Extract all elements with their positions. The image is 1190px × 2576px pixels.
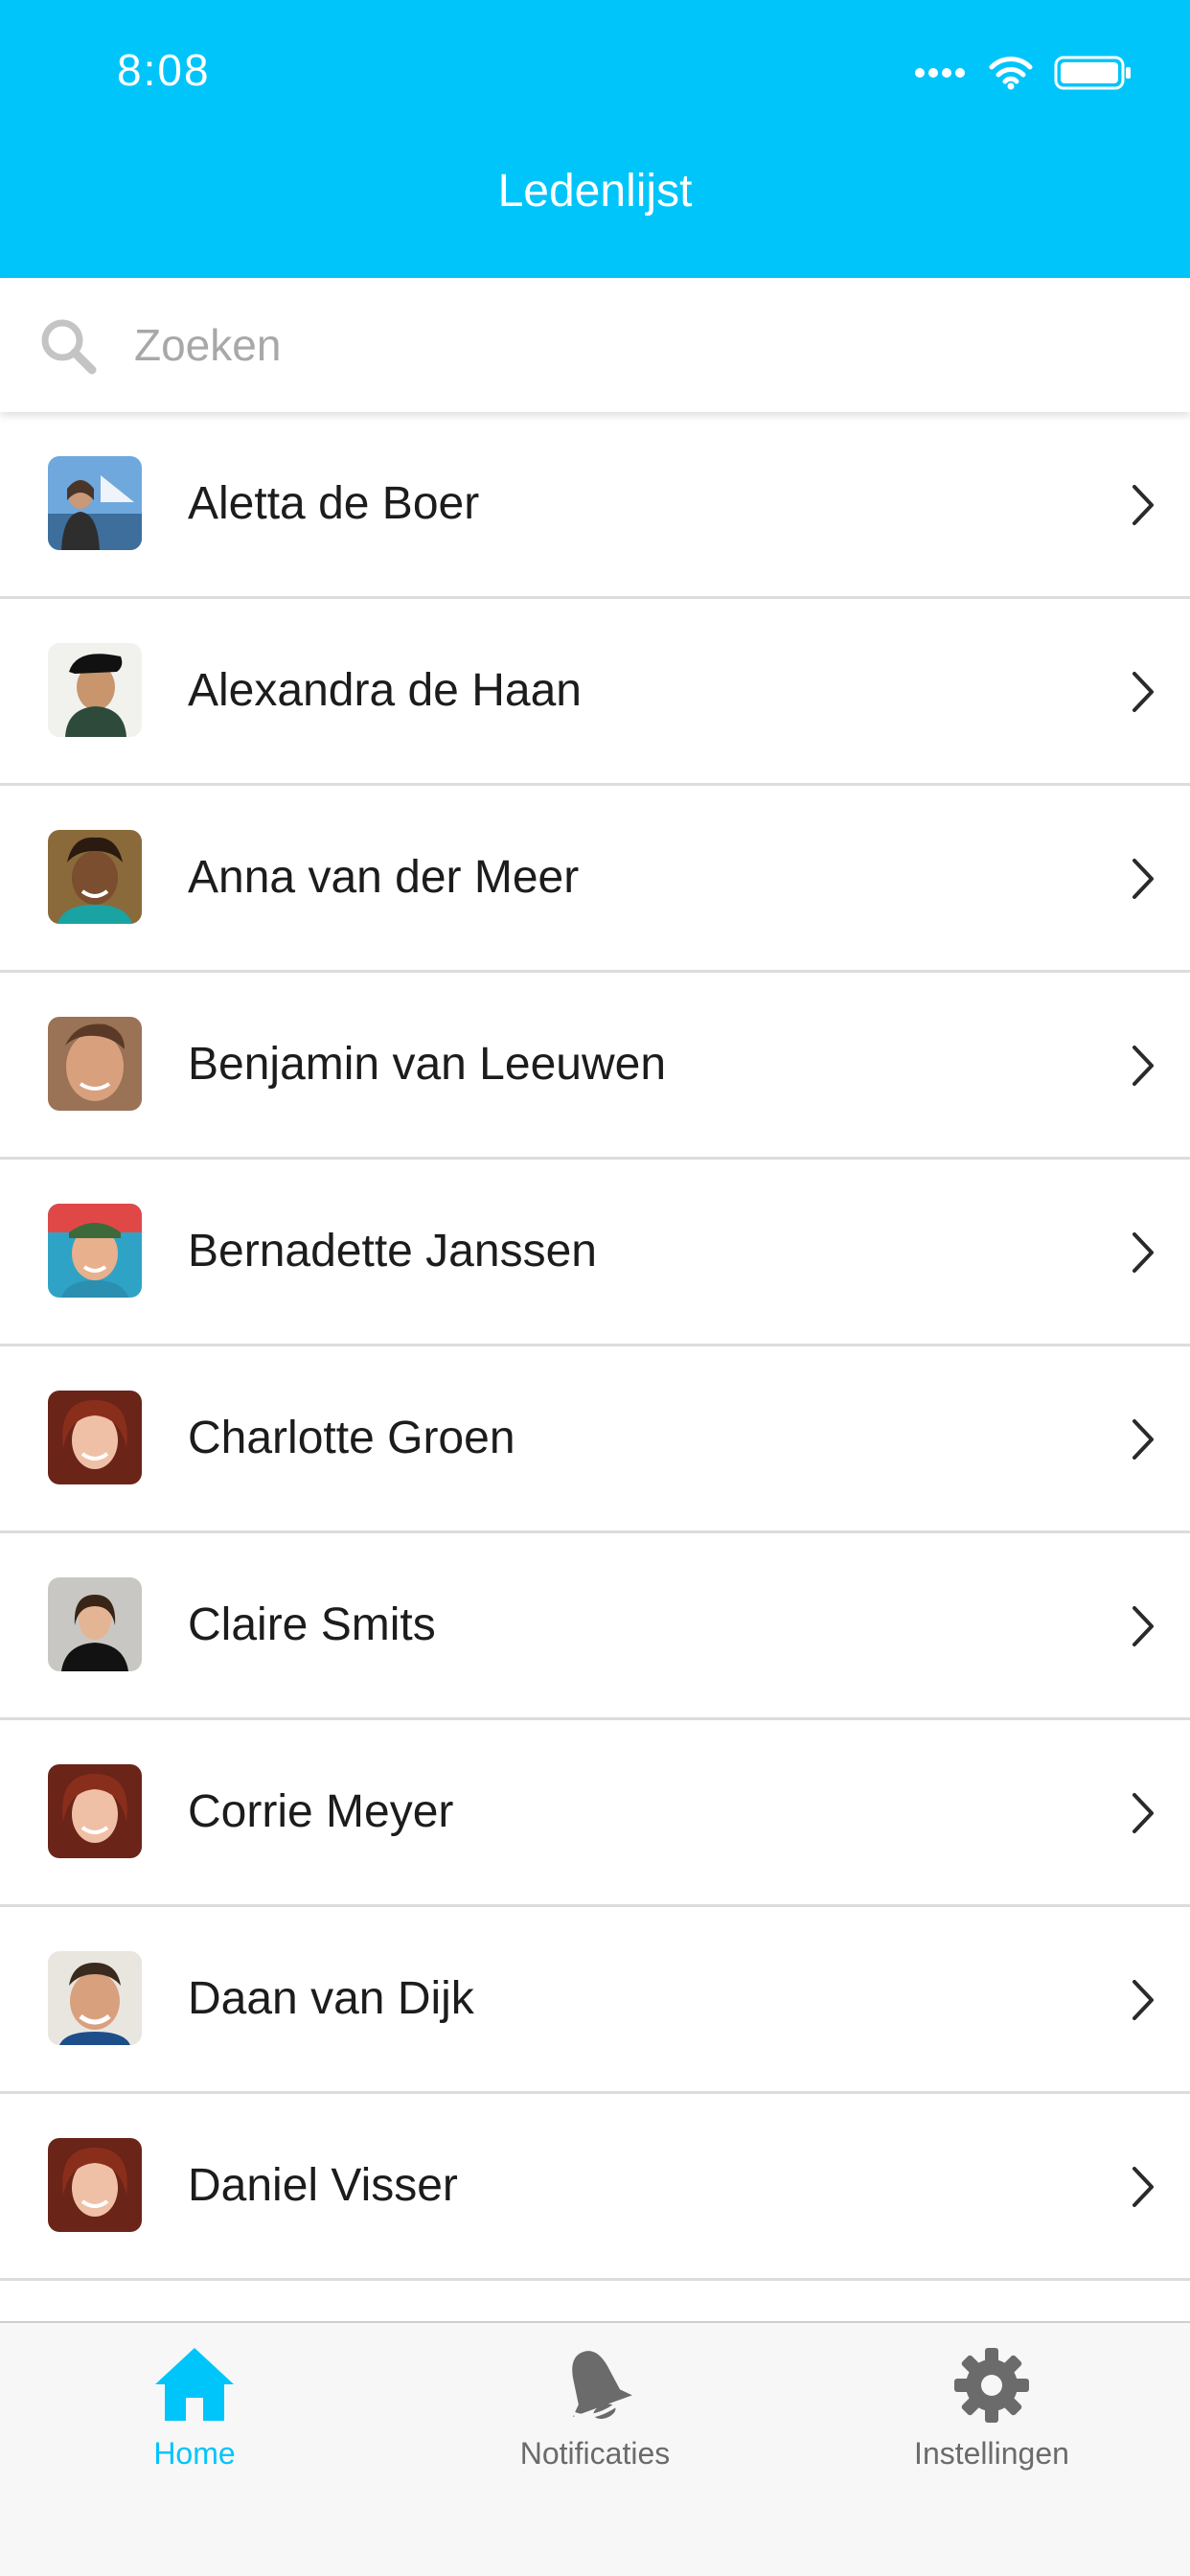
member-name: Benjamin van Leeuwen bbox=[188, 1039, 667, 1090]
avatar bbox=[48, 1951, 142, 2045]
chevron-right-icon bbox=[1133, 1793, 1154, 1833]
signal-icon bbox=[915, 68, 965, 78]
member-name: Alexandra de Haan bbox=[188, 665, 582, 716]
avatar bbox=[48, 1577, 142, 1671]
member-name: Charlotte Groen bbox=[188, 1413, 515, 1463]
battery-icon bbox=[1054, 56, 1131, 90]
list-item[interactable]: Claire Smits bbox=[0, 1533, 1190, 1720]
avatar bbox=[48, 1391, 142, 1484]
navigation-header: 8:08 Ledenlijst bbox=[0, 0, 1190, 278]
chevron-right-icon bbox=[1133, 1980, 1154, 2020]
avatar bbox=[48, 456, 142, 550]
member-name: Corrie Meyer bbox=[188, 1786, 454, 1837]
tab-label: Home bbox=[153, 2436, 236, 2471]
member-name: Daan van Dijk bbox=[188, 1973, 474, 2024]
chevron-right-icon bbox=[1133, 1606, 1154, 1646]
home-icon bbox=[155, 2348, 234, 2421]
member-name: Daniel Visser bbox=[188, 2160, 458, 2211]
bell-icon bbox=[567, 2351, 632, 2420]
list-item[interactable]: Anna van der Meer bbox=[0, 786, 1190, 973]
avatar bbox=[48, 2138, 142, 2232]
member-name: Aletta de Boer bbox=[188, 478, 480, 529]
member-list: Aletta de Boer Alexandra de Haan Anna va… bbox=[0, 412, 1190, 2321]
chevron-right-icon bbox=[1133, 859, 1154, 899]
list-item[interactable]: Daniel Visser bbox=[0, 2094, 1190, 2281]
list-item[interactable]: Corrie Meyer bbox=[0, 1720, 1190, 1907]
search-bar bbox=[0, 278, 1190, 412]
tab-instellingen[interactable]: Instellingen bbox=[848, 2342, 1135, 2486]
avatar bbox=[48, 1017, 142, 1111]
list-item[interactable]: Alexandra de Haan bbox=[0, 599, 1190, 786]
chevron-right-icon bbox=[1133, 1232, 1154, 1273]
member-name: Bernadette Janssen bbox=[188, 1226, 597, 1276]
gear-icon bbox=[954, 2348, 1029, 2423]
tab-label: Notificaties bbox=[519, 2436, 671, 2471]
tab-label: Instellingen bbox=[914, 2436, 1069, 2471]
avatar bbox=[48, 1764, 142, 1858]
app-screen: 8:08 Ledenlijst Zoeken Aletta de Boer Al… bbox=[0, 0, 1190, 2576]
chevron-right-icon bbox=[1133, 1046, 1154, 1086]
avatar bbox=[48, 1204, 142, 1298]
chevron-right-icon bbox=[1133, 2167, 1154, 2207]
wifi-icon bbox=[989, 57, 1033, 90]
tab-bar: Home Notificaties Instellingen bbox=[0, 2321, 1190, 2576]
member-name: Anna van der Meer bbox=[188, 852, 580, 903]
search-icon bbox=[41, 319, 97, 375]
status-time: 8:08 bbox=[117, 45, 211, 95]
status-indicators bbox=[914, 56, 1133, 90]
list-item[interactable]: Daan van Dijk bbox=[0, 1907, 1190, 2094]
list-item[interactable]: Benjamin van Leeuwen bbox=[0, 973, 1190, 1160]
tab-home[interactable]: Home bbox=[51, 2342, 338, 2486]
tab-notificaties[interactable]: Notificaties bbox=[451, 2342, 739, 2486]
chevron-right-icon bbox=[1133, 1419, 1154, 1460]
chevron-right-icon bbox=[1133, 672, 1154, 712]
member-name: Claire Smits bbox=[188, 1599, 436, 1650]
avatar bbox=[48, 643, 142, 737]
search-input[interactable] bbox=[134, 307, 1150, 383]
list-item[interactable]: Bernadette Janssen bbox=[0, 1160, 1190, 1346]
avatar bbox=[48, 830, 142, 924]
page-title: Ledenlijst bbox=[497, 166, 693, 217]
list-item[interactable]: Charlotte Groen bbox=[0, 1346, 1190, 1533]
chevron-right-icon bbox=[1133, 485, 1154, 525]
list-item[interactable]: Aletta de Boer bbox=[0, 412, 1190, 599]
